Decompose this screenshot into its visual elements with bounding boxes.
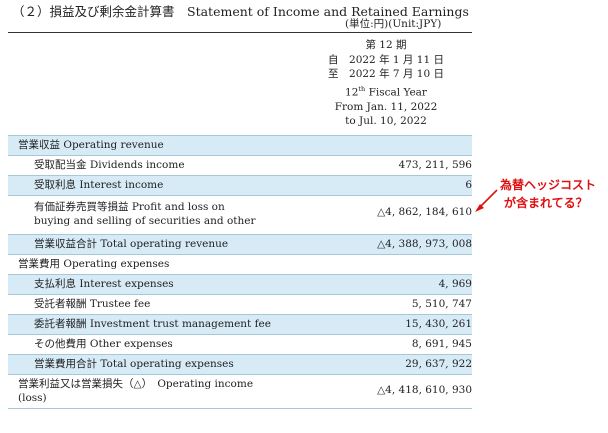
annotation-line-1: 為替ヘッジコスト [500, 178, 597, 192]
annotation-line-2: が含まれてる？ [504, 196, 588, 210]
annotation-arrow-icon [475, 189, 498, 212]
handwritten-annotation: 為替ヘッジコスト が含まれてる？ [500, 176, 596, 212]
